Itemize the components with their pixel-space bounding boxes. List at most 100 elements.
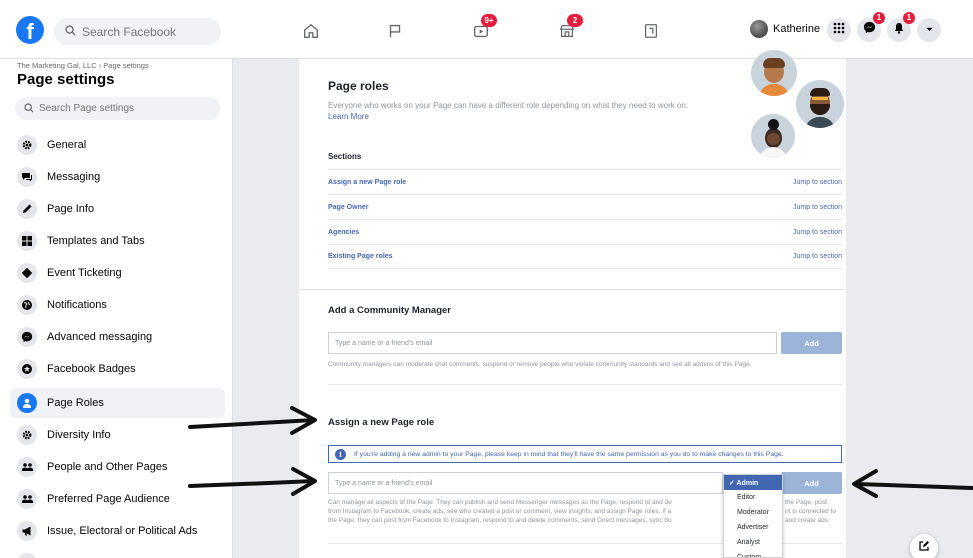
section-divider bbox=[299, 289, 846, 290]
menu-button[interactable] bbox=[827, 18, 851, 42]
assign-role-input[interactable]: Type a name or a friend's email bbox=[328, 472, 723, 494]
admin-info-notice: i If you're adding a new admin to your P… bbox=[328, 445, 842, 463]
pencil-icon bbox=[17, 199, 37, 219]
sidebar-item-label: General bbox=[47, 139, 87, 151]
page-roles-description: Everyone who works on your Page can have… bbox=[328, 100, 728, 122]
sidebar-item-label: Issue, Electoral or Political Ads bbox=[47, 525, 198, 537]
user-name: Katherine bbox=[773, 23, 821, 35]
facebook-logo[interactable]: f bbox=[16, 16, 44, 44]
page-title: Page settings bbox=[17, 71, 115, 88]
gear-icon bbox=[17, 135, 37, 155]
role-help-text: Can manage all aspects of the Page. They… bbox=[328, 498, 723, 525]
team-member-illustration bbox=[796, 80, 844, 128]
notifications-button[interactable]: 1 bbox=[887, 12, 915, 42]
role-help-line: from Instagram to Facebook, create ads, … bbox=[328, 508, 672, 515]
watch-icon[interactable]: 9+ bbox=[469, 14, 497, 42]
facebook-search[interactable] bbox=[54, 18, 221, 45]
people-icon bbox=[17, 457, 37, 477]
profile-chip[interactable]: Katherine bbox=[750, 20, 820, 38]
sections-heading: Sections bbox=[328, 152, 362, 161]
jump-to-section-link[interactable]: Jump to section bbox=[793, 179, 842, 186]
sidebar-item-advanced-messaging[interactable]: Advanced messaging bbox=[10, 322, 225, 352]
jump-to-section-link[interactable]: Jump to section bbox=[793, 229, 842, 236]
flag-icon[interactable] bbox=[383, 20, 407, 42]
role-help-line: Can manage all aspects of the Page. They… bbox=[328, 499, 672, 506]
gaming-icon[interactable] bbox=[639, 20, 663, 42]
page-roles-heading: Page roles bbox=[328, 79, 389, 93]
assign-add-button[interactable]: Add bbox=[781, 472, 842, 494]
notifications-badge: 1 bbox=[903, 12, 915, 24]
admin-info-text: If you're adding a new admin to your Pag… bbox=[354, 450, 784, 458]
jump-to-section-link[interactable]: Jump to section bbox=[793, 204, 842, 211]
info-icon: i bbox=[335, 448, 346, 460]
section-row[interactable]: Page Owner Jump to section bbox=[328, 194, 842, 219]
sidebar-item-label: Page Info bbox=[47, 203, 95, 215]
role-help-line-end: nt is connected to bbox=[785, 508, 836, 515]
roles-description-text: Everyone who works on your Page can have… bbox=[328, 101, 689, 110]
home-icon[interactable] bbox=[299, 20, 323, 42]
section-link[interactable]: Existing Page roles bbox=[328, 253, 393, 260]
messenger-icon bbox=[17, 327, 37, 347]
role-help-line-end: the Page, post bbox=[785, 499, 827, 506]
avatar bbox=[750, 20, 768, 38]
section-row[interactable]: Agencies Jump to section bbox=[328, 219, 842, 244]
sidebar-item-event-ticketing[interactable]: Event Ticketing bbox=[10, 258, 225, 288]
role-help-text-right: the Page, post nt is connected to and cr… bbox=[785, 498, 845, 525]
role-option-admin[interactable]: ✓ Admin bbox=[724, 475, 782, 490]
sidebar-item-issue-electoral-political-ads[interactable]: Issue, Electoral or Political Ads bbox=[10, 516, 225, 546]
sidebar-item-general[interactable]: General bbox=[10, 130, 225, 160]
community-add-button[interactable]: Add bbox=[781, 332, 842, 354]
new-message-button[interactable] bbox=[910, 534, 938, 558]
top-navigation-bar: f 9+ 2 Katherine 1 bbox=[0, 0, 973, 59]
role-option-custom[interactable]: Custom bbox=[724, 550, 782, 557]
sidebar-item-page-info[interactable]: Page Info bbox=[10, 194, 225, 224]
annotation-arrow-icon bbox=[188, 406, 317, 435]
messenger-icon bbox=[863, 21, 876, 39]
person-icon bbox=[17, 393, 37, 413]
role-option-moderator[interactable]: Moderator bbox=[724, 505, 782, 520]
annotation-arrow-icon bbox=[852, 469, 973, 498]
settings-search-input[interactable] bbox=[39, 103, 209, 114]
partial-icon bbox=[17, 553, 37, 558]
search-icon bbox=[65, 23, 76, 41]
section-link[interactable]: Agencies bbox=[328, 229, 359, 236]
jump-to-section-link[interactable]: Jump to section bbox=[793, 253, 842, 260]
role-option-editor[interactable]: Editor bbox=[724, 490, 782, 505]
team-member-illustration bbox=[751, 50, 797, 96]
settings-search[interactable] bbox=[15, 97, 220, 120]
sidebar-item-facebook-badges[interactable]: Facebook Badges bbox=[10, 354, 225, 384]
marketplace-icon[interactable]: 2 bbox=[555, 14, 583, 42]
section-row[interactable]: Existing Page roles Jump to section bbox=[328, 244, 842, 269]
watch-badge: 9+ bbox=[481, 14, 497, 27]
chat-icon bbox=[17, 167, 37, 187]
globe-icon bbox=[17, 295, 37, 315]
sidebar-item-messaging[interactable]: Messaging bbox=[10, 162, 225, 192]
messenger-button[interactable]: 1 bbox=[857, 12, 885, 42]
sidebar-item-label: Templates and Tabs bbox=[47, 235, 145, 247]
marketplace-badge: 2 bbox=[567, 14, 583, 27]
grid-icon bbox=[17, 231, 37, 251]
role-help-line-end: and create ads. bbox=[785, 517, 830, 524]
messenger-badge: 1 bbox=[873, 12, 885, 24]
breadcrumb[interactable]: The Marketing Gal, LLC › Page settings bbox=[17, 61, 149, 70]
sidebar-item-label: Facebook Badges bbox=[47, 363, 136, 375]
search-input[interactable] bbox=[82, 24, 212, 39]
sidebar-item-templates-and-tabs[interactable]: Templates and Tabs bbox=[10, 226, 225, 256]
section-link[interactable]: Assign a new Page role bbox=[328, 179, 406, 186]
annotation-arrow-icon bbox=[188, 467, 317, 496]
sidebar-item-notifications[interactable]: Notifications bbox=[10, 290, 225, 320]
people-icon bbox=[17, 489, 37, 509]
section-link[interactable]: Page Owner bbox=[328, 204, 368, 211]
community-manager-input[interactable]: Type a name or a friend's email bbox=[328, 332, 777, 354]
role-dropdown[interactable]: ✓ Admin Editor Moderator Advertiser Anal… bbox=[723, 474, 783, 558]
community-manager-heading: Add a Community Manager bbox=[328, 305, 451, 316]
sidebar-item-more[interactable] bbox=[10, 548, 225, 558]
section-row[interactable]: Assign a new Page role Jump to section bbox=[328, 169, 842, 194]
badge-icon bbox=[17, 359, 37, 379]
role-option-analyst[interactable]: Analyst bbox=[724, 535, 782, 550]
account-menu-button[interactable] bbox=[917, 18, 941, 42]
ticket-icon bbox=[17, 263, 37, 283]
learn-more-link[interactable]: Learn More bbox=[328, 112, 369, 121]
sidebar-item-label: Advanced messaging bbox=[47, 331, 153, 343]
role-option-advertiser[interactable]: Advertiser bbox=[724, 520, 782, 535]
